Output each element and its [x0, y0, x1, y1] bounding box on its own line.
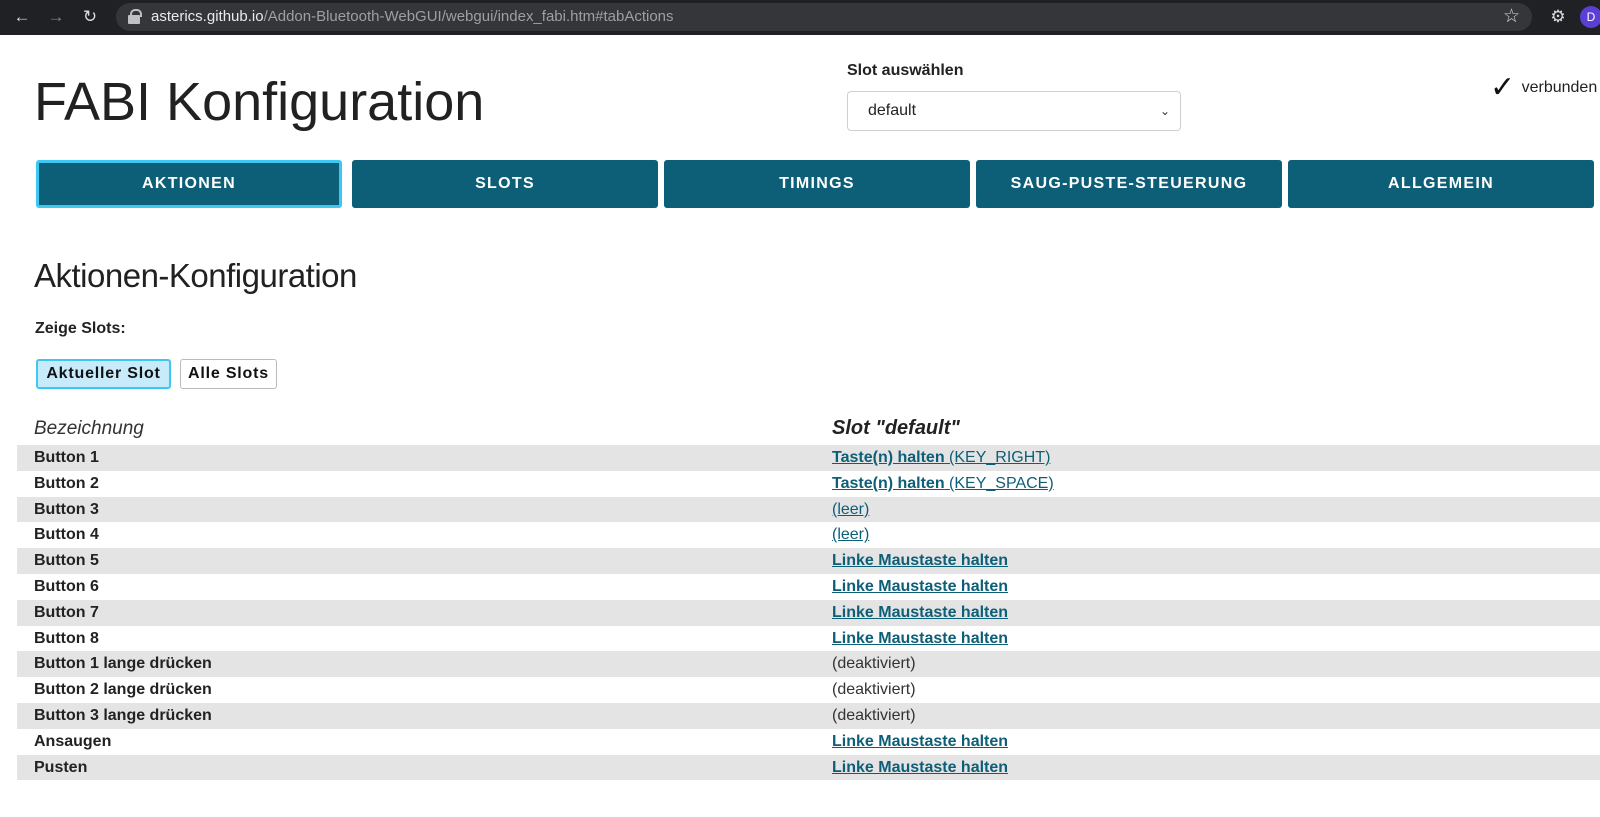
table-header: Bezeichnung Slot "default" [17, 414, 1600, 445]
slot-select-label: Slot auswählen [847, 62, 964, 79]
table-row: Button 5 Linke Maustaste halten [17, 548, 1600, 574]
url-host: asterics.github.io [151, 8, 264, 25]
reload-icon[interactable]: ↻ [78, 5, 102, 29]
url-path: /Addon-Bluetooth-WebGUI/webgui/index_fab… [263, 8, 674, 25]
action-detail: (KEY_SPACE) [944, 474, 1054, 492]
row-label: Button 2 lange drücken [34, 681, 212, 699]
table-row: Button 2 Taste(n) halten (KEY_SPACE) [17, 471, 1600, 497]
extensions-puzzle-icon[interactable]: ⚙ [1547, 5, 1569, 29]
row-label: Ansaugen [34, 732, 112, 750]
profile-avatar[interactable]: D [1580, 6, 1600, 28]
action-status: (deaktiviert) [832, 703, 916, 729]
table-row: Button 2 lange drücken (deaktiviert) [17, 677, 1600, 703]
action-name: Linke Maustaste halten [832, 629, 1009, 647]
action-link[interactable]: Linke Maustaste halten [832, 626, 1008, 652]
action-link[interactable]: Taste(n) halten (KEY_RIGHT) [832, 445, 1050, 471]
page-title: FABI Konfiguration [34, 72, 485, 132]
row-label: Button 1 lange drücken [34, 655, 212, 673]
url-text[interactable]: asterics.github.io/Addon-Bluetooth-WebGU… [151, 0, 674, 35]
action-link[interactable]: Linke Maustaste halten [832, 548, 1008, 574]
action-link[interactable]: Linke Maustaste halten [832, 574, 1008, 600]
tab-slots[interactable]: SLOTS [352, 160, 658, 208]
slot-select-value: default [868, 102, 917, 119]
action-link[interactable]: Linke Maustaste halten [832, 600, 1008, 626]
bookmark-star-icon[interactable]: ☆ [1503, 5, 1520, 29]
action-detail: (leer) [832, 526, 870, 544]
action-name: Linke Maustaste halten [832, 732, 1009, 750]
table-row: Ansaugen Linke Maustaste halten [17, 729, 1600, 755]
action-detail: (KEY_RIGHT) [944, 449, 1051, 466]
action-link[interactable]: Linke Maustaste halten [832, 729, 1008, 755]
action-link[interactable]: Linke Maustaste halten [832, 755, 1008, 781]
row-label: Button 7 [34, 603, 99, 621]
tab-saug-puste-steuerung[interactable]: SAUG-PUSTE-STEUERUNG [976, 160, 1282, 208]
row-label: Button 3 lange drücken [34, 706, 212, 724]
tab-aktionen[interactable]: AKTIONEN [36, 160, 342, 208]
row-label: Button 4 [34, 526, 99, 544]
back-arrow-icon[interactable]: ← [10, 5, 34, 29]
checkmark-icon: ✓ [1490, 71, 1516, 104]
slot-select[interactable]: default ⌄ [847, 91, 1181, 131]
action-name: Taste(n) halten [832, 474, 945, 492]
action-link[interactable]: Taste(n) halten (KEY_SPACE) [832, 471, 1054, 497]
table-row: Button 3 lange drücken (deaktiviert) [17, 702, 1600, 729]
column-header-name: Bezeichnung [34, 418, 144, 439]
action-link[interactable]: (leer) [832, 497, 869, 523]
tab-timings[interactable]: TIMINGS [664, 160, 970, 208]
row-label: Button 3 [34, 500, 99, 518]
action-status: (deaktiviert) [832, 677, 916, 703]
connection-status-text: verbunden [1521, 78, 1598, 96]
table-row: Button 7 Linke Maustaste halten [17, 599, 1600, 626]
connection-status: ✓ verbunden [1490, 70, 1597, 105]
row-label: Button 8 [34, 629, 99, 647]
action-status: (deaktiviert) [832, 651, 916, 677]
action-name: Linke Maustaste halten [832, 603, 1009, 621]
table-row: Button 4 (leer) [17, 522, 1600, 548]
table-row: Button 1 Taste(n) halten (KEY_RIGHT) [17, 445, 1600, 471]
table-row: Pusten Linke Maustaste halten [17, 754, 1600, 781]
action-detail: (deaktiviert) [832, 681, 916, 699]
column-header-slot: Slot "default" [832, 417, 960, 439]
actions-table: Bezeichnung Slot "default" Button 1 Taste… [17, 414, 1600, 781]
forward-arrow-icon[interactable]: → [44, 5, 68, 29]
row-label: Button 2 [34, 474, 99, 492]
row-label: Pusten [34, 758, 88, 776]
current-slot-button[interactable]: Aktueller Slot [36, 359, 171, 389]
section-title: Aktionen-Konfiguration [34, 257, 357, 294]
tab-allgemein[interactable]: ALLGEMEIN [1288, 160, 1594, 208]
action-detail: (deaktiviert) [832, 706, 916, 724]
action-name: Taste(n) halten [832, 449, 945, 466]
show-slots-label: Zeige Slots: [35, 320, 126, 337]
tab-bar: AKTIONEN SLOTS TIMINGS SAUG-PUSTE-STEUER… [36, 160, 1600, 208]
table-row: Button 8 Linke Maustaste halten [17, 626, 1600, 652]
table-row: Button 6 Linke Maustaste halten [17, 574, 1600, 600]
action-name: Linke Maustaste halten [832, 758, 1009, 776]
browser-toolbar: ← → ↻ asterics.github.io/Addon-Bluetooth… [0, 0, 1600, 35]
action-link[interactable]: (leer) [832, 522, 869, 548]
chevron-down-icon: ⌄ [1159, 104, 1170, 118]
row-label: Button 6 [34, 577, 99, 595]
action-detail: (leer) [832, 500, 870, 518]
table-row: Button 3 (leer) [17, 496, 1600, 523]
action-name: Linke Maustaste halten [832, 577, 1009, 595]
row-label: Button 1 [34, 449, 99, 466]
table-row: Button 1 lange drücken (deaktiviert) [17, 651, 1600, 678]
all-slots-button[interactable]: Alle Slots [180, 359, 277, 389]
row-label: Button 5 [34, 552, 99, 570]
action-detail: (deaktiviert) [832, 655, 916, 673]
action-name: Linke Maustaste halten [832, 552, 1009, 570]
